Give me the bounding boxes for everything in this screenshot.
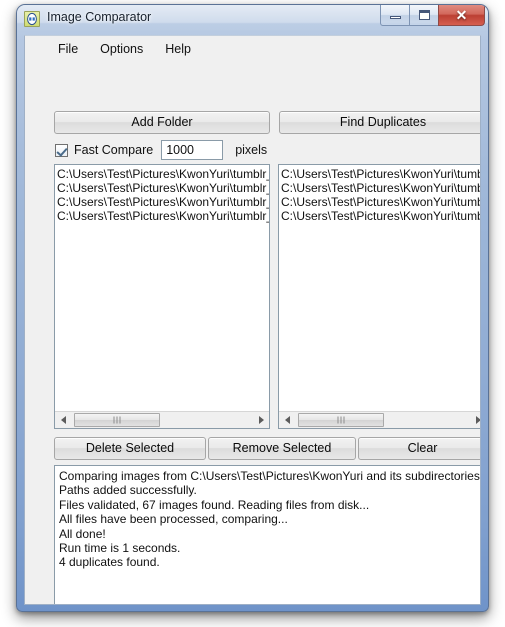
scroll-left-arrow-icon[interactable]	[55, 412, 72, 428]
menu-item-file[interactable]: File	[47, 39, 89, 59]
log-line: All done!	[59, 526, 106, 541]
minimize-button[interactable]	[380, 5, 409, 26]
clear-button[interactable]: Clear	[358, 437, 480, 460]
fast-compare-label: Fast Compare	[74, 143, 154, 157]
fast-compare-checkbox[interactable]	[55, 143, 68, 157]
maximize-icon	[419, 10, 430, 20]
list-item[interactable]: C:\Users\Test\Pictures\KwonYuri\tumblr_m	[281, 167, 480, 181]
scroll-thumb[interactable]	[298, 413, 384, 427]
log-line: 4 duplicates found.	[59, 555, 160, 570]
window-title: Image Comparator	[47, 10, 152, 24]
client-area: File Options Help Add Folder Find Duplic…	[24, 35, 481, 605]
list-item[interactable]: C:\Users\Test\Pictures\KwonYuri\tumblr_m	[281, 209, 480, 223]
list-item[interactable]: C:\Users\Test\Pictures\KwonYuri\tumblr_m	[57, 181, 269, 195]
list-item[interactable]: C:\Users\Test\Pictures\KwonYuri\tumblr_m	[57, 209, 269, 223]
list-item[interactable]: C:\Users\Test\Pictures\KwonYuri\tumblr_m	[281, 195, 480, 209]
log-output-box[interactable]: Comparing images from C:\Users\Test\Pict…	[54, 465, 481, 604]
left-results-list[interactable]: C:\Users\Test\Pictures\KwonYuri\tumblr_m…	[54, 164, 270, 429]
list-item[interactable]: C:\Users\Test\Pictures\KwonYuri\tumblr_m	[281, 181, 480, 195]
scroll-right-arrow-icon[interactable]	[469, 412, 480, 428]
list-item[interactable]: C:\Users\Test\Pictures\KwonYuri\tumblr_m	[57, 167, 269, 181]
remove-selected-button[interactable]: Remove Selected	[208, 437, 356, 460]
log-line: Comparing images from C:\Users\Test\Pict…	[59, 469, 481, 483]
add-folder-button[interactable]: Add Folder	[54, 111, 270, 134]
list-item[interactable]: C:\Users\Test\Pictures\KwonYuri\tumblr_m	[57, 195, 269, 209]
application-window: Image Comparator ✕ File Options Help Add…	[16, 4, 489, 612]
menu-item-options[interactable]: Options	[89, 39, 154, 59]
scroll-right-arrow-icon[interactable]	[252, 412, 269, 428]
log-lines: Comparing images from C:\Users\Test\Pict…	[55, 466, 481, 604]
fast-compare-row: Fast Compare pixels	[55, 139, 267, 161]
log-line: Files validated, 67 images found. Readin…	[59, 497, 370, 512]
caption-button-group: ✕	[380, 5, 485, 27]
left-list-horizontal-scrollbar[interactable]	[55, 411, 269, 428]
pixels-unit-label: pixels	[235, 143, 268, 157]
scroll-left-arrow-icon[interactable]	[279, 412, 296, 428]
menu-bar: File Options Help	[25, 36, 480, 61]
right-list-horizontal-scrollbar[interactable]	[279, 411, 480, 428]
menu-item-help[interactable]: Help	[154, 39, 202, 59]
delete-selected-button[interactable]: Delete Selected	[54, 437, 206, 460]
scroll-thumb[interactable]	[74, 413, 160, 427]
scroll-track[interactable]	[296, 412, 469, 428]
log-line: All files have been processed, comparing…	[59, 512, 288, 527]
right-results-list[interactable]: C:\Users\Test\Pictures\KwonYuri\tumblr_m…	[278, 164, 480, 429]
title-bar[interactable]: Image Comparator ✕	[17, 5, 488, 35]
close-icon: ✕	[455, 7, 468, 23]
left-list-items: C:\Users\Test\Pictures\KwonYuri\tumblr_m…	[55, 165, 269, 410]
right-list-items: C:\Users\Test\Pictures\KwonYuri\tumblr_m…	[279, 165, 480, 410]
scroll-track[interactable]	[72, 412, 252, 428]
close-button[interactable]: ✕	[438, 5, 485, 26]
app-icon	[24, 11, 40, 27]
find-duplicates-button[interactable]: Find Duplicates	[279, 111, 480, 134]
pixels-input[interactable]	[161, 140, 224, 160]
log-line: Run time is 1 seconds.	[59, 541, 181, 556]
desktop-background: Image Comparator ✕ File Options Help Add…	[0, 0, 505, 627]
maximize-button[interactable]	[409, 5, 438, 26]
minimize-icon	[390, 16, 401, 19]
log-line: Paths added successfully.	[59, 483, 197, 498]
